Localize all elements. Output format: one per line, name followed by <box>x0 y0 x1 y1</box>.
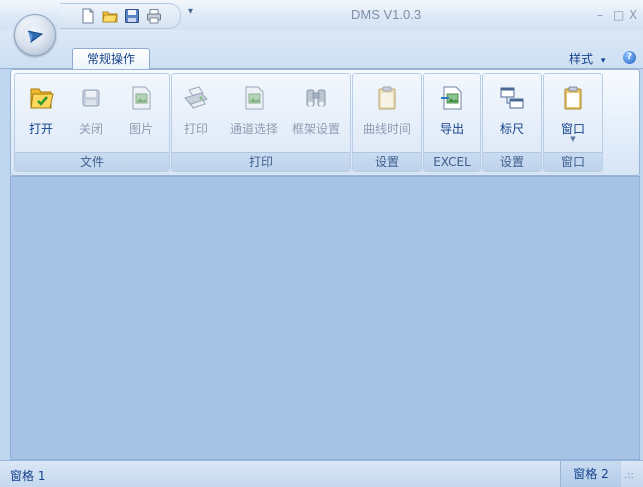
open-button-label: 打开 <box>28 122 53 136</box>
style-menu[interactable]: 样式 ▾ <box>569 50 605 67</box>
help-icon[interactable]: ? <box>623 51 636 64</box>
clipboard-icon <box>378 86 396 110</box>
group-label-ruler-settings: 设置 <box>483 152 541 171</box>
ribbon-group-excel: 导出 EXCEL <box>423 73 481 172</box>
ruler-button-label: 标尺 <box>499 122 524 136</box>
print-button-label: 打印 <box>183 122 208 136</box>
export-document-icon <box>441 86 462 110</box>
ribbon-group-file: 打开 关闭 图片 文件 <box>14 73 170 172</box>
printer-icon <box>184 86 208 109</box>
app-window: ▾ DMS V1.0.3 – □ X 常规操作 样式 ▾ ? 打开 关闭 图片 … <box>0 0 643 487</box>
status-pane-1: 窗格 1 <box>10 469 46 483</box>
close-button[interactable]: X <box>629 8 637 22</box>
curve-time-button-label: 曲线时间 <box>362 122 411 136</box>
application-menu-button[interactable] <box>14 14 56 56</box>
print-button[interactable]: 打印 <box>176 82 216 140</box>
image-button-label: 图片 <box>128 122 153 136</box>
image-document-icon <box>132 86 151 110</box>
channel-select-button-label: 通道选择 <box>229 122 278 136</box>
group-label-print: 打印 <box>172 152 350 171</box>
status-pane-2: 窗格 2 <box>560 461 621 487</box>
ribbon-group-window: 窗口 ▼ 窗口 <box>543 73 603 172</box>
save-disk-icon <box>82 89 100 107</box>
maximize-button[interactable]: □ <box>613 8 624 22</box>
ruler-button[interactable]: 标尺 <box>488 82 536 140</box>
quick-access-toolbar <box>60 3 181 29</box>
group-label-curve-settings: 设置 <box>353 152 421 171</box>
export-button[interactable]: 导出 <box>428 82 476 140</box>
curve-time-button[interactable]: 曲线时间 <box>357 82 417 140</box>
save-icon[interactable] <box>124 8 140 24</box>
window-button[interactable]: 窗口 ▼ <box>549 82 597 143</box>
group-label-file: 文件 <box>15 152 169 171</box>
resize-grip[interactable]: .:: <box>624 470 634 481</box>
minimize-button[interactable]: – <box>597 8 603 22</box>
export-button-label: 导出 <box>439 122 464 136</box>
open-folder-icon[interactable] <box>102 8 118 24</box>
chevron-down-icon: ▼ <box>570 135 576 143</box>
channel-document-icon <box>245 86 264 110</box>
group-label-excel: EXCEL <box>424 152 480 171</box>
tab-common-operations[interactable]: 常规操作 <box>72 48 150 71</box>
new-document-icon[interactable] <box>80 8 96 24</box>
open-button[interactable]: 打开 <box>17 82 65 140</box>
main-client-area[interactable] <box>10 176 640 460</box>
frame-settings-button[interactable]: 框架设置 <box>286 82 346 140</box>
status-bar: 窗格 1 窗格 2 .:: <box>0 460 643 487</box>
ribbon-group-curve-settings: 曲线时间 设置 <box>352 73 422 172</box>
customize-quick-access-button[interactable]: ▾ <box>188 6 193 17</box>
ribbon-tab-row: 常规操作 样式 ▾ ? <box>0 30 643 71</box>
print-icon[interactable] <box>146 8 162 24</box>
close-file-button[interactable]: 关闭 <box>67 82 115 140</box>
open-folder-icon <box>30 88 54 109</box>
frame-settings-button-label: 框架设置 <box>291 122 340 136</box>
window-clipboard-icon <box>564 86 582 110</box>
binoculars-icon <box>306 89 326 107</box>
ribbon-group-print: 打印 通道选择 框架设置 打印 <box>171 73 351 172</box>
style-menu-label: 样式 <box>569 52 594 66</box>
chevron-down-icon: ▾ <box>600 56 606 66</box>
group-label-window: 窗口 <box>544 152 602 171</box>
ribbon-group-ruler-settings: 标尺 设置 <box>482 73 542 172</box>
ribbon-panel: 打开 关闭 图片 文件 打印 通道选择 框架设置 打印 曲线时间 设置 导出 E… <box>10 69 640 176</box>
channel-select-button[interactable]: 通道选择 <box>226 82 282 140</box>
close-file-button-label: 关闭 <box>78 122 103 136</box>
window-title: DMS V1.0.3 <box>351 7 422 22</box>
ruler-windows-icon <box>500 87 524 109</box>
image-button[interactable]: 图片 <box>117 82 165 140</box>
app-logo-icon <box>27 30 44 44</box>
title-bar: ▾ DMS V1.0.3 – □ X <box>0 0 643 30</box>
